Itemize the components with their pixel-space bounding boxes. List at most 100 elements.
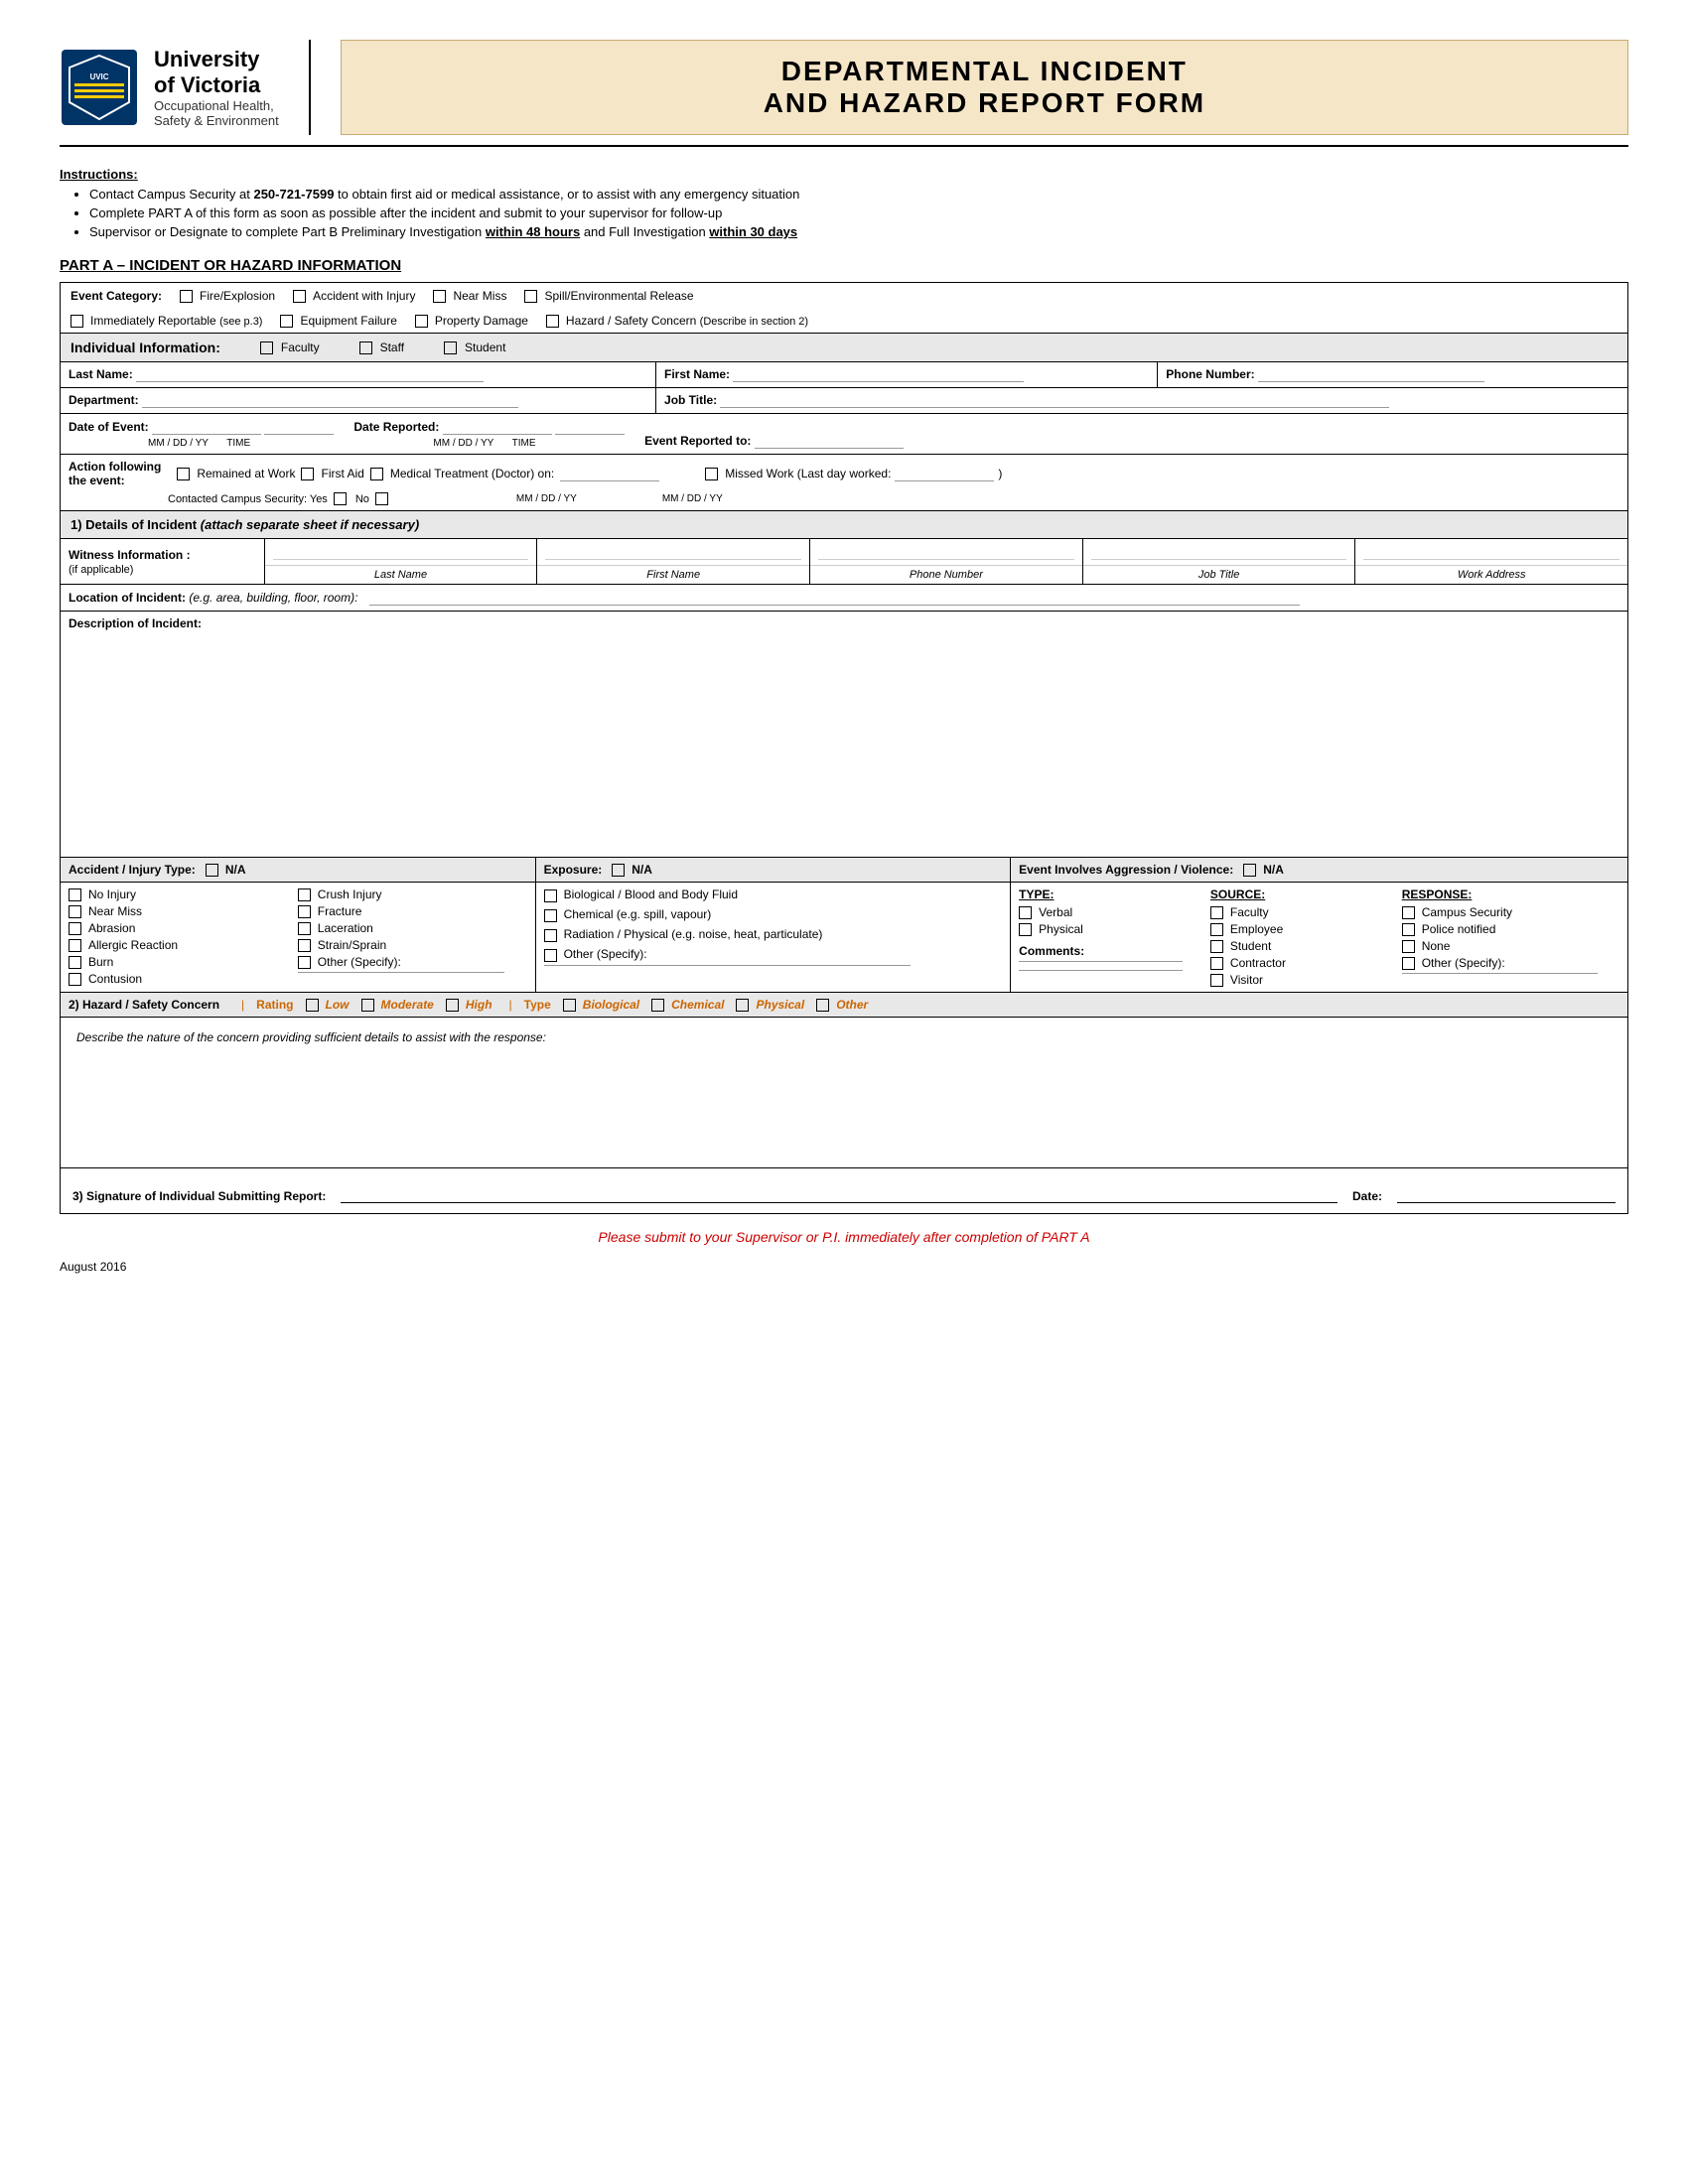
other-exposure-checkbox[interactable]: [544, 949, 557, 962]
fracture-checkbox[interactable]: [298, 905, 311, 918]
witness-input-jobtitle[interactable]: [1091, 544, 1347, 560]
description-textarea[interactable]: [76, 642, 1612, 841]
type-other-checkbox[interactable]: [816, 999, 829, 1012]
injury-na-checkbox[interactable]: [206, 864, 218, 877]
time-reported-input[interactable]: [555, 419, 625, 435]
type-chemical-option[interactable]: Chemical: [651, 998, 724, 1012]
source-contractor-checkbox[interactable]: [1210, 957, 1223, 970]
last-name-input[interactable]: [136, 367, 484, 382]
verbal-checkbox[interactable]: [1019, 906, 1032, 919]
radiation-checkbox[interactable]: [544, 929, 557, 942]
first-aid-checkbox[interactable]: [301, 468, 314, 480]
physical-checkbox[interactable]: [1019, 923, 1032, 936]
faculty-checkbox[interactable]: [260, 341, 273, 354]
medical-treatment-checkbox[interactable]: [370, 468, 383, 480]
none-checkbox[interactable]: [1402, 940, 1415, 953]
medical-treatment-date[interactable]: [560, 466, 659, 481]
rating-high-checkbox[interactable]: [446, 999, 459, 1012]
remained-work-checkbox[interactable]: [177, 468, 190, 480]
property-damage-option[interactable]: Property Damage: [415, 314, 528, 328]
allergic-checkbox[interactable]: [69, 939, 81, 952]
injury-na-option[interactable]: N/A: [206, 863, 246, 877]
witness-input-address[interactable]: [1363, 544, 1619, 560]
type-other-option[interactable]: Other: [816, 998, 868, 1012]
rating-divider: |: [241, 998, 244, 1012]
phone-input[interactable]: [1258, 367, 1484, 382]
type-physical-checkbox[interactable]: [736, 999, 749, 1012]
section1-title: 1) Details of Incident (attach separate …: [70, 517, 419, 532]
near-miss-checkbox[interactable]: [433, 290, 446, 303]
near-miss-option[interactable]: Near Miss: [433, 289, 506, 303]
equipment-failure-checkbox[interactable]: [280, 315, 293, 328]
type-physical-option[interactable]: Physical: [736, 998, 804, 1012]
contacted-yes-checkbox[interactable]: [334, 492, 347, 505]
other-response-checkbox[interactable]: [1402, 957, 1415, 970]
type-biological-option[interactable]: Biological: [563, 998, 639, 1012]
exposure-na-option[interactable]: N/A: [612, 863, 652, 877]
medical-treatment-option[interactable]: Medical Treatment (Doctor) on:: [370, 467, 554, 480]
missed-work-checkbox[interactable]: [705, 468, 718, 480]
first-name-input[interactable]: [733, 367, 1024, 382]
rating-high-option[interactable]: High: [446, 998, 492, 1012]
contacted-no-checkbox[interactable]: [375, 492, 388, 505]
spill-checkbox[interactable]: [524, 290, 537, 303]
source-faculty-checkbox[interactable]: [1210, 906, 1223, 919]
staff-checkbox[interactable]: [359, 341, 372, 354]
immediately-reportable-option[interactable]: Immediately Reportable (see p.3): [70, 314, 262, 328]
witness-input-phone[interactable]: [818, 544, 1074, 560]
no-injury-checkbox[interactable]: [69, 888, 81, 901]
abrasion-row: Abrasion: [69, 921, 298, 935]
date-event-input[interactable]: [152, 419, 261, 435]
rating-moderate-option[interactable]: Moderate: [361, 998, 434, 1012]
department-input[interactable]: [142, 393, 518, 408]
spill-option[interactable]: Spill/Environmental Release: [524, 289, 693, 303]
near-miss-injury-checkbox[interactable]: [69, 905, 81, 918]
first-aid-option[interactable]: First Aid: [301, 467, 363, 480]
abrasion-checkbox[interactable]: [69, 922, 81, 935]
property-damage-checkbox[interactable]: [415, 315, 428, 328]
source-visitor-checkbox[interactable]: [1210, 974, 1223, 987]
bio-checkbox[interactable]: [544, 889, 557, 902]
chemical-checkbox[interactable]: [544, 909, 557, 922]
event-reported-to-input[interactable]: [755, 433, 904, 449]
rating-moderate-checkbox[interactable]: [361, 999, 374, 1012]
source-student-checkbox[interactable]: [1210, 940, 1223, 953]
accident-injury-option[interactable]: Accident with Injury: [293, 289, 415, 303]
student-option[interactable]: Student: [444, 341, 505, 354]
faculty-option[interactable]: Faculty: [260, 341, 320, 354]
contusion-checkbox[interactable]: [69, 973, 81, 986]
burn-checkbox[interactable]: [69, 956, 81, 969]
student-checkbox[interactable]: [444, 341, 457, 354]
laceration-checkbox[interactable]: [298, 922, 311, 935]
type-biological-checkbox[interactable]: [563, 999, 576, 1012]
missed-work-date[interactable]: [895, 466, 994, 481]
witness-input-firstname[interactable]: [545, 544, 801, 560]
fire-explosion-option[interactable]: Fire/Explosion: [180, 289, 275, 303]
equipment-failure-option[interactable]: Equipment Failure: [280, 314, 396, 328]
police-checkbox[interactable]: [1402, 923, 1415, 936]
fire-explosion-checkbox[interactable]: [180, 290, 193, 303]
witness-input-lastname[interactable]: [273, 544, 529, 560]
hazard-concern-option[interactable]: Hazard / Safety Concern (Describe in sec…: [546, 314, 808, 328]
location-input[interactable]: [369, 590, 1300, 606]
aggression-na-checkbox[interactable]: [1243, 864, 1256, 877]
immediately-reportable-checkbox[interactable]: [70, 315, 83, 328]
type-chemical-checkbox[interactable]: [651, 999, 664, 1012]
accident-injury-checkbox[interactable]: [293, 290, 306, 303]
hazard-description-textarea[interactable]: [76, 1052, 1612, 1152]
aggression-na-option[interactable]: N/A: [1243, 863, 1284, 877]
staff-option[interactable]: Staff: [359, 341, 404, 354]
source-employee-checkbox[interactable]: [1210, 923, 1223, 936]
other-injury-checkbox[interactable]: [298, 956, 311, 969]
rating-low-option[interactable]: Low: [306, 998, 350, 1012]
date-reported-input[interactable]: [443, 419, 552, 435]
job-title-input[interactable]: [720, 393, 1388, 408]
rating-low-checkbox[interactable]: [306, 999, 319, 1012]
hazard-concern-checkbox[interactable]: [546, 315, 559, 328]
exposure-na-checkbox[interactable]: [612, 864, 625, 877]
remained-work-option[interactable]: Remained at Work: [177, 467, 295, 480]
strain-checkbox[interactable]: [298, 939, 311, 952]
time-event-input[interactable]: [264, 419, 334, 435]
campus-security-checkbox[interactable]: [1402, 906, 1415, 919]
crush-checkbox[interactable]: [298, 888, 311, 901]
